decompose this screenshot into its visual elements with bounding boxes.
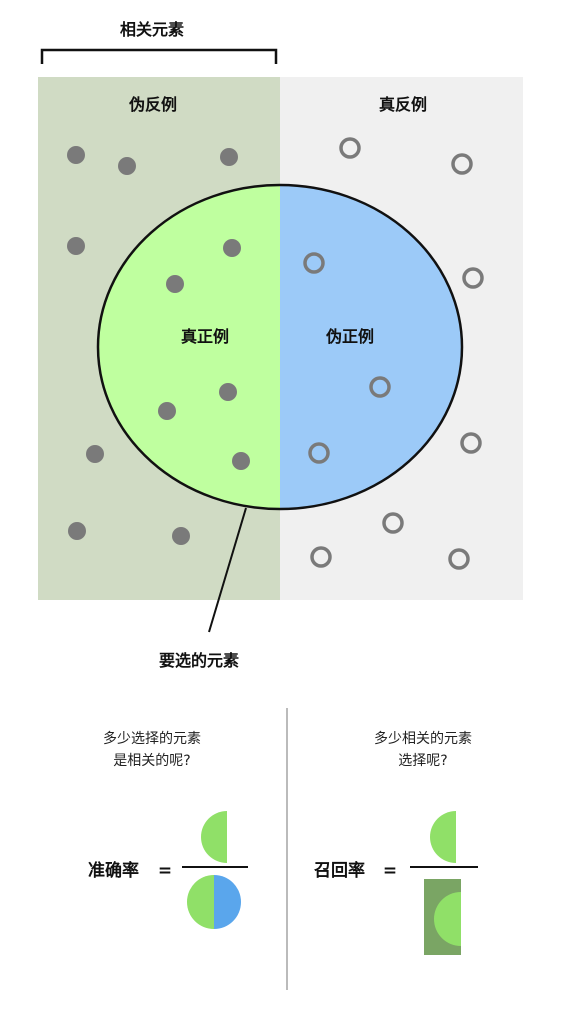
relevant-dot <box>86 445 104 463</box>
relevant-dot <box>166 275 184 293</box>
relevant-dot <box>220 148 238 166</box>
relevant-dot <box>118 157 136 175</box>
selected-elements-label: 要选的元素 <box>159 651 239 670</box>
recall-question-line1: 多少相关的元素 <box>374 730 472 747</box>
precision-recall-diagram: 相关元素 伪反例 真反例 真正例 伪正例 要选的元素 多少选择的元素 是相关的呢… <box>38 20 523 990</box>
precision-numerator-shape <box>201 811 227 863</box>
relevant-dot <box>67 146 85 164</box>
relevant-bracket <box>40 48 278 64</box>
relevant-dot <box>67 237 85 255</box>
relevant-dot <box>68 522 86 540</box>
precision-name: 准确率 <box>88 860 139 881</box>
precision-question-line2: 是相关的呢? <box>113 753 190 769</box>
precision-denominator-green <box>187 875 214 929</box>
recall-numerator-shape <box>430 811 456 863</box>
relevant-dot <box>172 527 190 545</box>
false-negatives-label: 伪反例 <box>128 95 177 114</box>
recall-name: 召回率 <box>314 860 365 881</box>
relevant-bracket-label: 相关元素 <box>120 20 184 39</box>
relevant-dot <box>158 402 176 420</box>
precision-question-line1: 多少选择的元素 <box>103 730 201 747</box>
recall-equals: = <box>383 861 397 881</box>
recall-question-line2: 选择呢? <box>398 753 447 769</box>
relevant-dot <box>223 239 241 257</box>
relevant-dot <box>219 383 237 401</box>
precision-equals: = <box>158 861 172 881</box>
relevant-dot <box>232 452 250 470</box>
true-negatives-label: 真反例 <box>379 95 427 114</box>
precision-denominator-blue <box>214 875 241 929</box>
false-positives-label: 伪正例 <box>325 327 374 346</box>
true-positives-label: 真正例 <box>181 327 229 346</box>
